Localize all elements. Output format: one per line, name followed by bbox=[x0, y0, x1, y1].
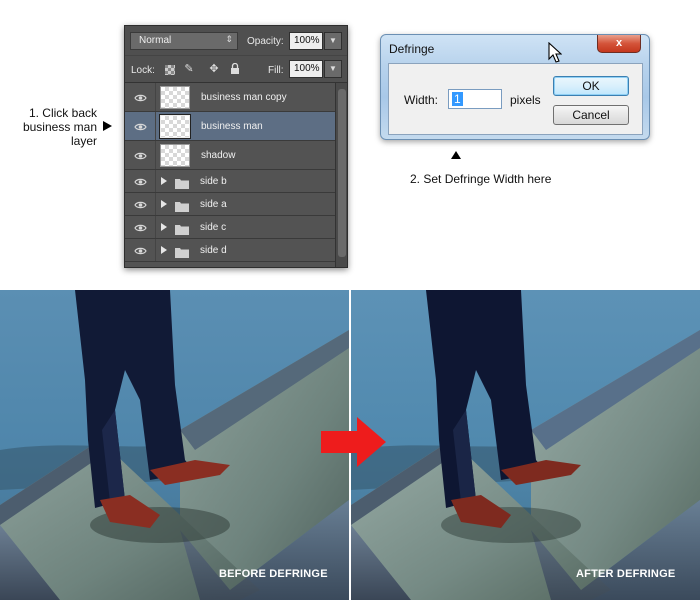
eye-icon[interactable] bbox=[134, 91, 147, 103]
before-caption: BEFORE DEFRINGE bbox=[219, 568, 328, 580]
layer-name: shadow bbox=[201, 150, 236, 161]
expand-triangle-icon[interactable] bbox=[161, 200, 167, 208]
layer-name: side c bbox=[200, 222, 227, 233]
layer-name: business man bbox=[201, 121, 263, 132]
blend-mode-value: Normal bbox=[139, 35, 172, 46]
layer-group-row[interactable]: side c bbox=[125, 216, 335, 239]
layer-group-row[interactable]: side b bbox=[125, 170, 335, 193]
lock-all-icon[interactable] bbox=[229, 62, 241, 75]
eye-icon[interactable] bbox=[134, 244, 147, 256]
fill-dropdown-button[interactable]: ▼ bbox=[324, 60, 342, 78]
after-caption: AFTER DEFRINGE bbox=[576, 568, 676, 580]
layer-list: business man copy business man shadow side … bbox=[125, 83, 335, 262]
eye-icon[interactable] bbox=[134, 198, 147, 210]
layer-thumbnail[interactable] bbox=[160, 86, 190, 109]
blend-mode-select[interactable]: Normal ⇕ bbox=[130, 32, 238, 50]
opacity-dropdown-button[interactable]: ▼ bbox=[324, 32, 342, 50]
folder-icon bbox=[175, 222, 189, 235]
lock-move-icon[interactable]: ✥ bbox=[208, 63, 220, 75]
width-input[interactable]: 1 bbox=[448, 89, 502, 109]
folder-icon bbox=[175, 199, 189, 212]
layer-name: side a bbox=[200, 199, 227, 210]
folder-icon bbox=[175, 245, 189, 258]
layer-name: side d bbox=[200, 245, 227, 256]
expand-triangle-icon[interactable] bbox=[161, 246, 167, 254]
close-icon: x bbox=[615, 37, 623, 49]
eye-icon[interactable] bbox=[134, 175, 147, 187]
eye-icon[interactable] bbox=[134, 120, 147, 132]
step1-line-3: layer bbox=[70, 134, 97, 148]
layer-row[interactable]: business man copy bbox=[125, 83, 335, 112]
lock-row: Lock: ✎ ✥ Fill: 100% ▼ bbox=[125, 56, 347, 83]
left-arrow-icon bbox=[103, 121, 112, 131]
before-photo bbox=[0, 290, 349, 600]
close-button[interactable]: x bbox=[597, 35, 641, 53]
expand-triangle-icon[interactable] bbox=[161, 223, 167, 231]
after-photo bbox=[351, 290, 700, 600]
lock-transparent-icon[interactable] bbox=[165, 65, 175, 75]
red-right-arrow-icon bbox=[321, 417, 386, 467]
row-divider bbox=[155, 239, 156, 261]
pixels-label: pixels bbox=[510, 93, 541, 107]
layer-group-row[interactable]: side a bbox=[125, 193, 335, 216]
layers-scrollbar[interactable] bbox=[335, 83, 347, 267]
layer-name: business man copy bbox=[201, 92, 287, 103]
width-label: Width: bbox=[404, 93, 439, 107]
width-value: 1 bbox=[452, 92, 463, 106]
eye-icon[interactable] bbox=[134, 221, 147, 233]
row-divider bbox=[155, 141, 156, 169]
ok-button[interactable]: OK bbox=[553, 76, 629, 96]
step1-line-1: 1. Click back bbox=[28, 106, 97, 120]
fill-field[interactable]: 100% bbox=[289, 60, 323, 78]
row-divider bbox=[155, 216, 156, 238]
row-divider bbox=[155, 170, 156, 192]
step1-line-2: business man bbox=[22, 120, 97, 134]
mouse-cursor-icon bbox=[548, 42, 562, 63]
dropdown-arrow-icon: ⇕ bbox=[225, 34, 233, 44]
layer-row[interactable]: business man bbox=[125, 112, 335, 141]
row-divider bbox=[155, 83, 156, 111]
defringe-dialog: Defringe x Width: 1 pixels OK Cancel bbox=[380, 34, 650, 140]
layers-panel: Normal ⇕ Opacity: 100% ▼ Lock: ✎ ✥ Fill:… bbox=[124, 25, 348, 268]
eye-icon[interactable] bbox=[134, 149, 147, 161]
scroll-thumb[interactable] bbox=[338, 89, 346, 257]
row-divider bbox=[155, 112, 156, 140]
folder-icon bbox=[175, 176, 189, 189]
fill-label: Fill: bbox=[268, 65, 284, 76]
expand-triangle-icon[interactable] bbox=[161, 177, 167, 185]
lock-label: Lock: bbox=[131, 65, 155, 76]
lock-paint-icon[interactable]: ✎ bbox=[183, 63, 195, 75]
cancel-button[interactable]: Cancel bbox=[553, 105, 629, 125]
dialog-title: Defringe bbox=[389, 42, 435, 56]
layer-group-row[interactable]: side d bbox=[125, 239, 335, 262]
opacity-field[interactable]: 100% bbox=[289, 32, 323, 50]
layer-name: side b bbox=[200, 176, 227, 187]
opacity-label: Opacity: bbox=[247, 36, 284, 47]
blend-row: Normal ⇕ Opacity: 100% ▼ bbox=[125, 26, 347, 56]
layer-row[interactable]: shadow bbox=[125, 141, 335, 170]
row-divider bbox=[155, 193, 156, 215]
step2-annotation: 2. Set Defringe Width here bbox=[410, 172, 552, 186]
up-arrow-icon bbox=[451, 151, 461, 159]
dialog-body: Width: 1 pixels OK Cancel bbox=[388, 63, 643, 135]
layer-thumbnail[interactable] bbox=[160, 144, 190, 167]
step1-annotation: 1. Click back business man layer bbox=[4, 106, 97, 148]
layer-thumbnail[interactable] bbox=[159, 114, 191, 139]
